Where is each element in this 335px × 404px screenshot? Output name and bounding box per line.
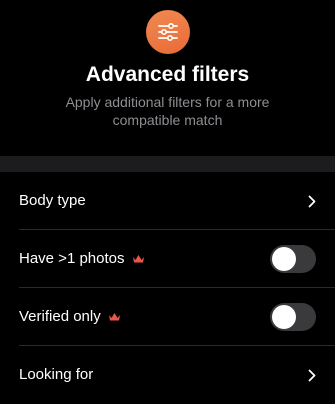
sliders-icon [158,23,178,41]
filter-list: Body type Have >1 photos Verified only L… [0,172,335,404]
premium-crown-icon [132,254,145,264]
chevron-right-icon [308,369,316,382]
chevron-right-icon [308,195,316,208]
filter-badge [146,10,190,54]
multiple-photos-toggle[interactable] [270,245,316,273]
filter-label-wrap: Have >1 photos [19,250,145,267]
filter-label: Verified only [19,308,101,325]
filter-row-looking-for[interactable]: Looking for [19,346,335,404]
filter-label: Body type [19,192,86,209]
filters-header: Advanced filters Apply additional filter… [0,0,335,156]
filter-label: Have >1 photos [19,250,125,267]
premium-crown-icon [108,312,121,322]
toggle-knob [272,247,296,271]
toggle-knob [272,305,296,329]
filter-label: Looking for [19,366,94,383]
filter-row-verified-only: Verified only [19,288,335,346]
verified-only-toggle[interactable] [270,303,316,331]
page-subtitle: Apply additional filters for a more comp… [65,94,270,128]
filter-row-body-type[interactable]: Body type [19,172,335,230]
filter-label-wrap: Verified only [19,308,121,325]
filter-row-multiple-photos: Have >1 photos [19,230,335,288]
section-divider [0,156,335,172]
page-title: Advanced filters [85,63,250,86]
